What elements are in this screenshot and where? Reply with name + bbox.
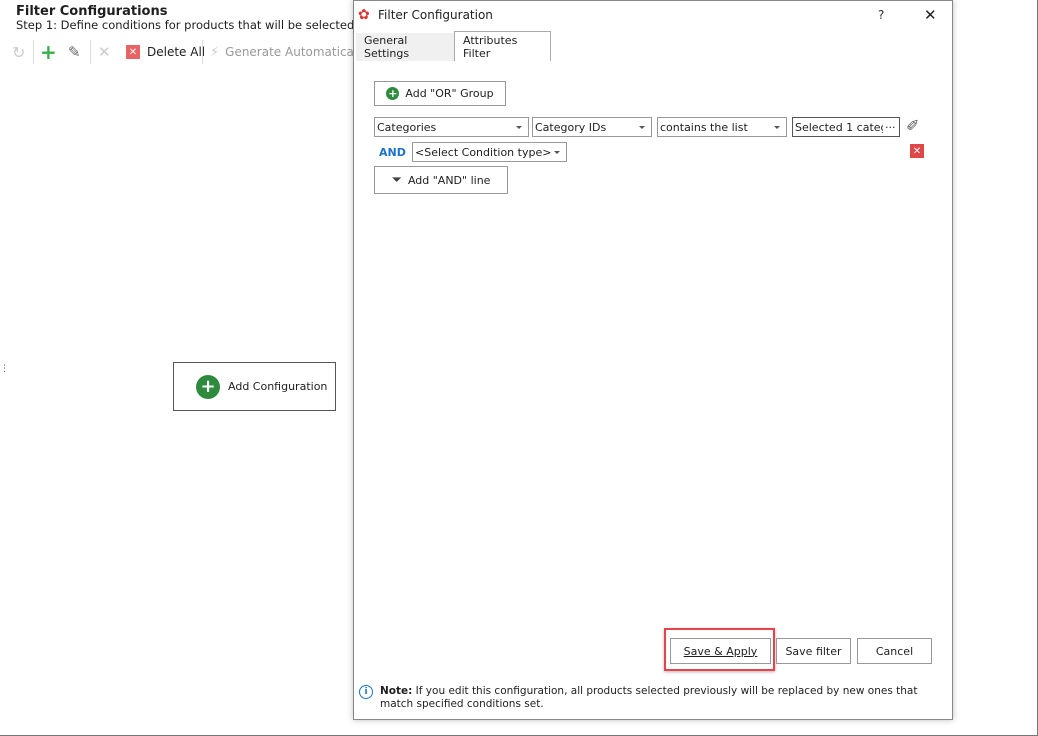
save-filter-button[interactable]: Save filter — [776, 638, 851, 664]
note-text: Note: If you edit this configuration, al… — [380, 685, 950, 711]
plus-circle-icon: + — [196, 374, 220, 399]
add-configuration-button[interactable]: + Add Configuration — [173, 362, 336, 411]
plus-circle-icon: + — [386, 87, 400, 100]
delete-all-icon: ✕ — [126, 45, 140, 59]
add-and-line-label: Add "AND" line — [407, 173, 491, 187]
generate-automatically-button[interactable]: ⚡ Generate Automatically — [210, 42, 368, 62]
chevron-down-icon — [516, 126, 522, 129]
chevron-down-icon — [774, 126, 780, 129]
attribute-select[interactable]: Category IDs — [532, 117, 652, 137]
info-icon: i — [359, 685, 373, 699]
value-input[interactable]: Selected 1 catego··· — [792, 117, 900, 137]
chevron-down-icon — [554, 151, 560, 154]
filter-add-icon: ⏷ — [391, 172, 402, 188]
toolbar-divider — [33, 40, 34, 64]
add-configuration-label: Add Configuration — [228, 380, 328, 393]
value-input-text: Selected 1 catego — [795, 120, 883, 134]
eraser-icon[interactable]: ✐ — [906, 116, 919, 135]
add-or-group-button[interactable]: + Add "OR" Group — [374, 81, 506, 106]
field-select[interactable]: Categories — [374, 117, 529, 137]
splitter-handle[interactable]: ⋮ — [0, 364, 9, 374]
note-body: If you edit this configuration, all prod… — [380, 685, 918, 710]
note-label: Note: — [380, 685, 413, 697]
refresh-icon[interactable]: ↻ — [12, 42, 25, 62]
delete-all-label: Delete All — [147, 45, 206, 59]
lightning-icon: ⚡ — [210, 44, 220, 60]
help-button[interactable]: ? — [878, 8, 884, 22]
condition-type-value: <Select Condition type> — [415, 145, 552, 159]
add-icon[interactable]: + — [40, 40, 57, 64]
app-logo-icon: ✿ — [358, 7, 370, 23]
browse-ellipsis-button[interactable]: ··· — [885, 121, 896, 134]
filter-configuration-dialog: ✿ Filter Configuration ? ✕ General Setti… — [353, 0, 953, 720]
operator-select[interactable]: contains the list — [657, 117, 787, 137]
tab-attributes-filter[interactable]: Attributes Filter — [454, 31, 551, 61]
delete-icon[interactable]: ✕ — [98, 42, 111, 62]
close-button[interactable]: ✕ — [924, 6, 937, 24]
dialog-title: Filter Configuration — [378, 8, 493, 22]
toolbar-divider — [90, 40, 91, 64]
edit-pencil-icon[interactable]: ✎ — [68, 42, 81, 62]
save-apply-button[interactable]: Save & Apply — [670, 638, 771, 664]
add-or-group-label: Add "OR" Group — [405, 87, 494, 100]
tab-general-settings[interactable]: General Settings — [356, 33, 454, 61]
page-title: Filter Configurations — [16, 4, 168, 19]
generate-label: Generate Automatically — [225, 45, 368, 59]
operator-select-value: contains the list — [660, 120, 748, 134]
cancel-button[interactable]: Cancel — [857, 638, 932, 664]
remove-line-icon[interactable]: ✕ — [910, 144, 924, 158]
delete-all-button[interactable]: ✕ Delete All — [126, 42, 205, 62]
attribute-select-value: Category IDs — [535, 120, 607, 134]
field-select-value: Categories — [377, 120, 437, 134]
chevron-down-icon — [639, 126, 645, 129]
page-subtitle: Step 1: Define conditions for products t… — [16, 18, 355, 32]
toolbar-divider — [202, 40, 203, 64]
condition-type-select[interactable]: <Select Condition type> — [412, 142, 567, 162]
add-and-line-button[interactable]: ⏷ Add "AND" line — [374, 166, 508, 194]
and-label: AND — [379, 146, 406, 159]
tab-bar: General Settings Attributes Filter — [354, 31, 952, 61]
